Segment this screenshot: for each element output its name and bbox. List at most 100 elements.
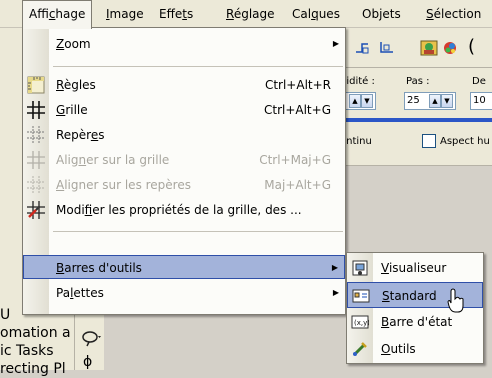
guides-icon [27,126,45,144]
menu-label: Modifier les propriétés de la grille, de… [56,203,302,217]
density-label: De [472,76,486,87]
more-icon[interactable]: ( [468,36,475,57]
menubar: Affichage Image Effets Réglage Calques O… [0,0,492,29]
spin-up-icon[interactable]: ▲ [349,94,361,108]
ruler-icon [27,76,45,94]
distribute-icon[interactable] [378,40,396,56]
menu-item-palettes[interactable]: Palettes ▶ [23,281,345,305]
step-label: Pas : [406,76,430,87]
snap-guides-icon [27,176,45,194]
menu-label: Grille [56,103,88,117]
mnemonic-letter: G [56,103,66,117]
menu-item-modifier-proprietes[interactable]: Modifier les propriétés de la grille, de… [23,198,345,222]
shortcut-text: Maj+Alt+G [264,178,331,192]
mnemonic-letter: R [56,78,64,92]
mnemonic-letter: Z [56,37,65,51]
menu-item-reperes[interactable]: Repères [23,123,345,147]
menu-selection[interactable]: Sélection [420,0,487,28]
menu-image[interactable]: Image [100,0,150,28]
menu-effets[interactable]: Effets [153,0,199,28]
mode-options: ontinu Aspect hu [330,122,492,166]
menu-label: Aligner sur la grille [56,153,170,167]
panel-text-line: omation a [0,325,71,341]
menu-label: Objets [362,7,401,21]
spin-up-icon[interactable]: ▲ [429,94,441,108]
palette-icon[interactable] [442,40,460,56]
pen-icon[interactable]: ɸ [83,354,92,370]
menu-label: Affichage [29,7,86,21]
mnemonic-letter: e [90,128,99,142]
mnemonic-letter: B [381,315,390,329]
menu-separator [53,231,343,232]
picture-icon[interactable] [420,40,438,56]
menu-label: Réglage [226,7,275,21]
mnemonic-letter: c [48,7,56,21]
menu-reglage[interactable]: Réglage [220,0,281,28]
submenu-arrow-icon: ▶ [331,263,338,272]
shortcut-text: Ctrl+Alt+G [263,103,331,117]
menu-label: Palettes [56,286,104,300]
viewer-icon [352,260,368,276]
align-icon[interactable] [354,40,372,56]
menu-item-regles[interactable]: Règles Ctrl+Alt+R [23,73,345,97]
status-bar-icon: (x,y) [351,315,369,329]
mnemonic-letter: A [56,178,65,192]
affichage-menu: Zoom ▶ Règles Ctrl+Alt+R Grille Ctrl+Alt… [22,27,346,315]
shortcut-text: Ctrl+Alt+R [264,78,331,92]
menu-label: Calques [292,7,340,21]
menu-objets[interactable]: Objets [356,0,407,28]
submenu-arrow-icon: ▶ [332,39,339,48]
menu-label: Visualiseur [381,261,447,275]
menu-calques[interactable]: Calques [286,0,346,28]
menu-label: Règles [56,78,96,92]
mnemonic-letter: O [381,342,391,356]
hand-cursor-icon [447,288,464,313]
mnemonic-letter: n [78,153,87,167]
grid-icon [27,101,45,119]
menu-label: Image [106,7,144,21]
tools-icon [352,342,367,357]
mnemonic-letter: f [84,203,93,217]
submenu-item-visualiseur[interactable]: Visualiseur [347,255,483,281]
menu-label: Effets [159,7,194,21]
panel-text-line: recting Pl [0,361,66,377]
aspect-label: Aspect hu [440,136,490,147]
submenu-arrow-icon: ▶ [332,288,339,297]
shortcut-text: Ctrl+Maj+G [259,153,331,167]
step-spin[interactable]: 25 ▲ ▼ [404,92,456,110]
snap-grid-icon [27,151,45,169]
panel-text-line: ic Tasks [0,343,54,359]
step-value: 25 [407,95,420,106]
tool-options-bar: gidité : 0 ▲ ▼ Pas : 25 ▲ ▼ De 10 [330,68,492,118]
menu-label: Barres d'outils [56,261,142,275]
menu-item-barres-outils[interactable]: Barres d'outils ▶ [23,255,345,279]
density-spin[interactable]: 10 [470,92,492,110]
aspect-checkbox[interactable] [422,134,436,148]
menu-label: Aligner sur les repères [56,178,191,192]
mnemonic-letter: q [311,7,319,21]
menu-label: Repères [56,128,105,142]
mnemonic-letter: t [182,7,187,21]
menu-item-aligner-reperes[interactable]: Aligner sur les repères Maj+Alt+G [23,173,345,197]
lasso-icon[interactable] [81,330,103,348]
menu-label: Outils [381,342,416,356]
mnemonic-letter: l [70,286,74,300]
density-value: 10 [473,95,486,106]
menu-label: Zoom [56,37,91,51]
menu-item-aligner-grille[interactable]: Aligner sur la grille Ctrl+Maj+G [23,148,345,172]
grid-properties-icon [27,201,45,219]
standard-toolbar-icon [352,289,370,303]
menu-label: Barre d'état [381,315,453,329]
mnemonic-letter: B [56,261,65,275]
spin-down-icon[interactable]: ▼ [441,94,453,108]
mnemonic-letter: I [106,7,110,21]
menu-affichage[interactable]: Affichage [22,0,93,29]
menu-label: Standard [382,289,437,303]
submenu-item-outils[interactable]: Outils [347,336,483,362]
standard-toolbar: ( [340,28,492,68]
menu-item-zoom[interactable]: Zoom ▶ [23,32,345,56]
spin-down-icon[interactable]: ▼ [361,94,373,108]
mnemonic-letter: V [381,261,389,275]
menu-item-grille[interactable]: Grille Ctrl+Alt+G [23,98,345,122]
mnemonic-letter: S [382,289,390,303]
